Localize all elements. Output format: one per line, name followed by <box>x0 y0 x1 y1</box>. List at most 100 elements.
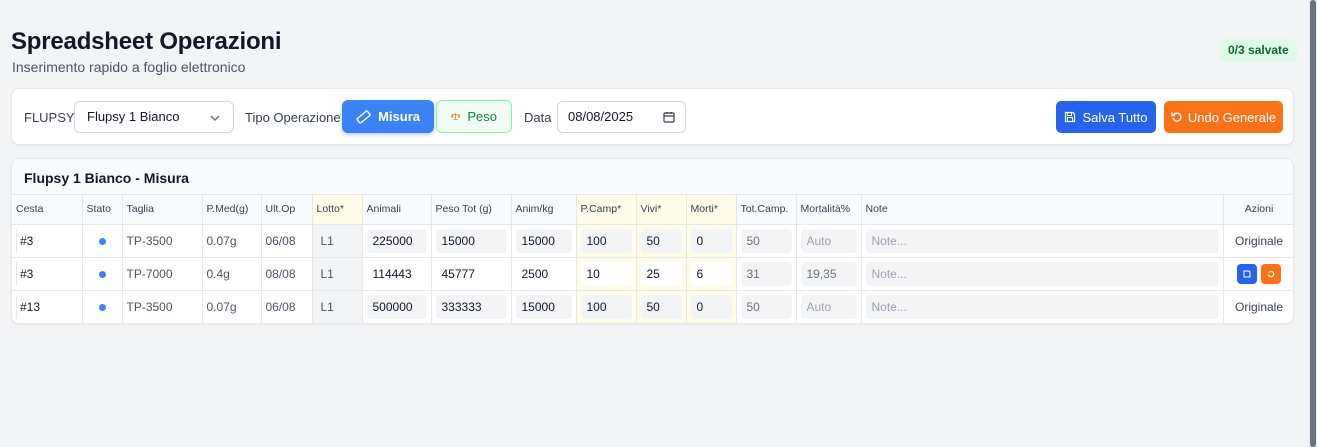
row-undo-button[interactable] <box>1261 263 1281 284</box>
morti-input[interactable]: 6 <box>690 261 732 286</box>
table-row: #13 TP-3500 0.07g 06/08 L1 500000 333333… <box>12 290 1293 323</box>
animali-input[interactable]: 225000 <box>366 228 427 253</box>
pesotot-input[interactable]: 333333 <box>435 294 507 319</box>
cesta-cell[interactable]: #3 <box>16 229 78 253</box>
column-header-totcamp: Tot.Camp. <box>736 195 797 225</box>
pcamp-input[interactable]: 100 <box>580 228 632 253</box>
lotto-cell[interactable]: L1 <box>312 224 363 258</box>
table-header-row: Cesta Stato Taglia P.Med(g) Ult.Op Lotto… <box>12 195 1293 225</box>
cesta-cell[interactable]: #13 <box>16 295 78 319</box>
ultop-cell: 08/08 <box>261 257 313 291</box>
ultop-cell: 06/08 <box>261 290 313 323</box>
flupsy-select-value: Flupsy 1 Bianco <box>87 109 180 124</box>
pmed-cell: 0.4g <box>202 257 262 291</box>
mortalita-value: Auto <box>800 294 857 319</box>
column-header-stato: Stato <box>82 195 123 225</box>
save-all-button[interactable]: Salva Tutto <box>1056 101 1156 133</box>
tipo-operazione-label: Tipo Operazione <box>245 110 341 125</box>
animali-input[interactable]: 114443 <box>366 261 427 286</box>
column-header-pcamp: P.Camp* <box>576 195 637 225</box>
totcamp-value: 31 <box>740 261 792 286</box>
status-dot <box>98 303 106 311</box>
totcamp-value: 50 <box>740 228 792 253</box>
misura-button[interactable]: Misura <box>342 100 434 133</box>
pmed-cell: 0.07g <box>202 224 262 258</box>
column-header-mortalita: Mortalità% <box>796 195 862 225</box>
pcamp-input[interactable]: 100 <box>580 294 632 319</box>
data-label: Data <box>524 110 552 125</box>
table-row: #3 TP-3500 0.07g 06/08 L1 225000 15000 1… <box>12 224 1293 258</box>
morti-input[interactable]: 0 <box>690 228 732 253</box>
column-header-ultop: Ult.Op <box>261 195 313 225</box>
save-all-label: Salva Tutto <box>1082 109 1148 125</box>
lotto-cell[interactable]: L1 <box>312 290 363 323</box>
page-title: Spreadsheet Operazioni <box>11 28 282 55</box>
scrollbar-thumb[interactable] <box>1310 0 1316 447</box>
column-header-animali: Animali <box>362 195 432 225</box>
taglia-cell: TP-3500 <box>122 224 203 258</box>
note-input[interactable]: Note... <box>865 228 1219 253</box>
chevron-down-icon <box>210 115 220 122</box>
flupsy-label: FLUPSY <box>24 110 75 125</box>
undo-all-label: Undo Generale <box>1187 109 1277 125</box>
column-header-note: Note <box>861 195 1224 225</box>
mortalita-value: 19,35 <box>800 261 857 286</box>
cesta-cell[interactable]: #3 <box>16 262 78 286</box>
animkg-input[interactable]: 2500 <box>515 261 572 286</box>
page: Spreadsheet Operazioni Inserimento rapid… <box>0 0 1307 447</box>
calendar-icon[interactable] <box>663 111 675 123</box>
undo-icon <box>1267 270 1275 277</box>
save-icon <box>1065 111 1076 123</box>
row-save-button[interactable] <box>1237 263 1257 284</box>
column-header-cesta: Cesta <box>12 195 83 225</box>
pesotot-input[interactable]: 45777 <box>435 261 507 286</box>
table-row: #3 TP-7000 0.4g 08/08 L1 114443 45777 25… <box>12 257 1293 291</box>
pmed-cell: 0.07g <box>202 290 262 323</box>
scrollbar-track[interactable] <box>1309 0 1317 447</box>
vivi-input[interactable]: 25 <box>640 261 682 286</box>
operations-table: Cesta Stato Taglia P.Med(g) Ult.Op Lotto… <box>12 195 1293 323</box>
operation-toolbar: FLUPSY Flupsy 1 Bianco Tipo Operazione M… <box>11 88 1294 145</box>
animkg-input[interactable]: 15000 <box>515 294 572 319</box>
saved-status-badge: 0/3 salvate <box>1220 39 1297 62</box>
column-header-pmed: P.Med(g) <box>202 195 262 225</box>
pcamp-input[interactable]: 10 <box>580 261 632 286</box>
ultop-cell: 06/08 <box>261 224 313 258</box>
note-input[interactable]: Note... <box>865 261 1219 286</box>
peso-button[interactable]: Peso <box>436 100 512 133</box>
date-input[interactable]: 08/08/2025 <box>557 101 686 133</box>
taglia-cell: TP-3500 <box>122 290 203 323</box>
totcamp-value: 50 <box>740 294 792 319</box>
spreadsheet-card: Flupsy 1 Bianco - Misura Cesta Stato Tag… <box>11 158 1294 324</box>
mortalita-value: Auto <box>800 228 857 253</box>
column-header-morti: Morti* <box>686 195 737 225</box>
spreadsheet-title: Flupsy 1 Bianco - Misura <box>12 159 1293 195</box>
row-actions <box>1223 257 1293 291</box>
flupsy-select[interactable]: Flupsy 1 Bianco <box>74 101 234 133</box>
column-header-vivi: Vivi* <box>636 195 687 225</box>
misura-label: Misura <box>378 109 420 124</box>
vivi-input[interactable]: 50 <box>640 228 682 253</box>
date-value: 08/08/2025 <box>568 109 634 124</box>
status-dot <box>98 270 106 278</box>
row-status-text: Originale <box>1223 290 1293 323</box>
column-header-azioni: Azioni <box>1223 195 1293 225</box>
pesotot-input[interactable]: 15000 <box>435 228 507 253</box>
lotto-cell[interactable]: L1 <box>312 257 363 291</box>
vivi-input[interactable]: 50 <box>640 294 682 319</box>
column-header-lotto: Lotto* <box>312 195 363 225</box>
page-subtitle: Inserimento rapido a foglio elettronico <box>12 59 246 75</box>
animkg-input[interactable]: 15000 <box>515 228 572 253</box>
note-input[interactable]: Note... <box>865 294 1219 319</box>
animali-input[interactable]: 500000 <box>366 294 427 319</box>
undo-all-button[interactable]: Undo Generale <box>1164 101 1283 133</box>
column-header-pesotot: Peso Tot (g) <box>431 195 512 225</box>
peso-label: Peso <box>467 109 497 124</box>
taglia-cell: TP-7000 <box>122 257 203 291</box>
column-header-animkg: Anim/kg <box>511 195 577 225</box>
row-status-text: Originale <box>1223 224 1293 258</box>
status-dot <box>98 237 106 245</box>
scale-icon <box>451 112 461 120</box>
morti-input[interactable]: 0 <box>690 294 732 319</box>
column-header-taglia: Taglia <box>122 195 203 225</box>
